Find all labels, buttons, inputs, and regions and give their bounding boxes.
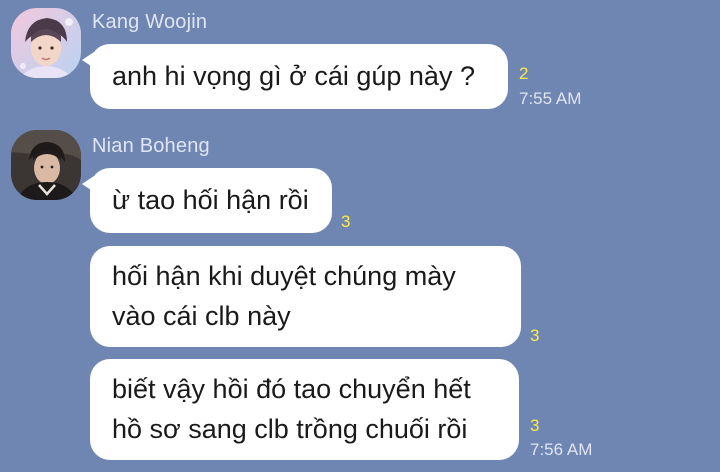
- message-text-line-2: hồ sơ sang clb trồng chuối rồi: [112, 414, 468, 444]
- message-bubble[interactable]: hối hận khi duyệt chúng mày vào cái clb …: [90, 246, 521, 347]
- message-text: anh hi vọng gì ở cái gúp này ?: [112, 61, 475, 91]
- message-text-line-1: biết vậy hồi đó tao chuyển hết: [112, 374, 471, 404]
- message-time: 7:56 AM: [530, 440, 593, 459]
- sender-name: Kang Woojin: [92, 11, 208, 33]
- unread-count: 2: [519, 64, 529, 83]
- profile-photo-icon: [11, 8, 81, 78]
- chat-room: Kang Woojin anh hi vọng gì ở cái gúp này…: [0, 0, 720, 472]
- unread-count: 3: [341, 212, 351, 231]
- sender-name: Nian Boheng: [92, 135, 210, 157]
- message-bubble[interactable]: anh hi vọng gì ở cái gúp này ?: [82, 44, 508, 109]
- avatar-nian-boheng[interactable]: [11, 130, 81, 200]
- message-text: ừ tao hối hận rồi: [112, 185, 309, 215]
- message-time: 7:55 AM: [519, 89, 582, 108]
- message-text-line-2: vào cái clb này: [112, 301, 291, 331]
- profile-photo-icon: [11, 130, 81, 200]
- message-bubble[interactable]: ừ tao hối hận rồi: [82, 168, 332, 233]
- message-text-line-1: hối hận khi duyệt chúng mày: [112, 261, 456, 291]
- message-bubble[interactable]: biết vậy hồi đó tao chuyển hết hồ sơ san…: [90, 359, 519, 460]
- unread-count: 3: [530, 326, 540, 345]
- unread-count: 3: [530, 416, 540, 435]
- avatar-kang-woojin[interactable]: [11, 8, 81, 78]
